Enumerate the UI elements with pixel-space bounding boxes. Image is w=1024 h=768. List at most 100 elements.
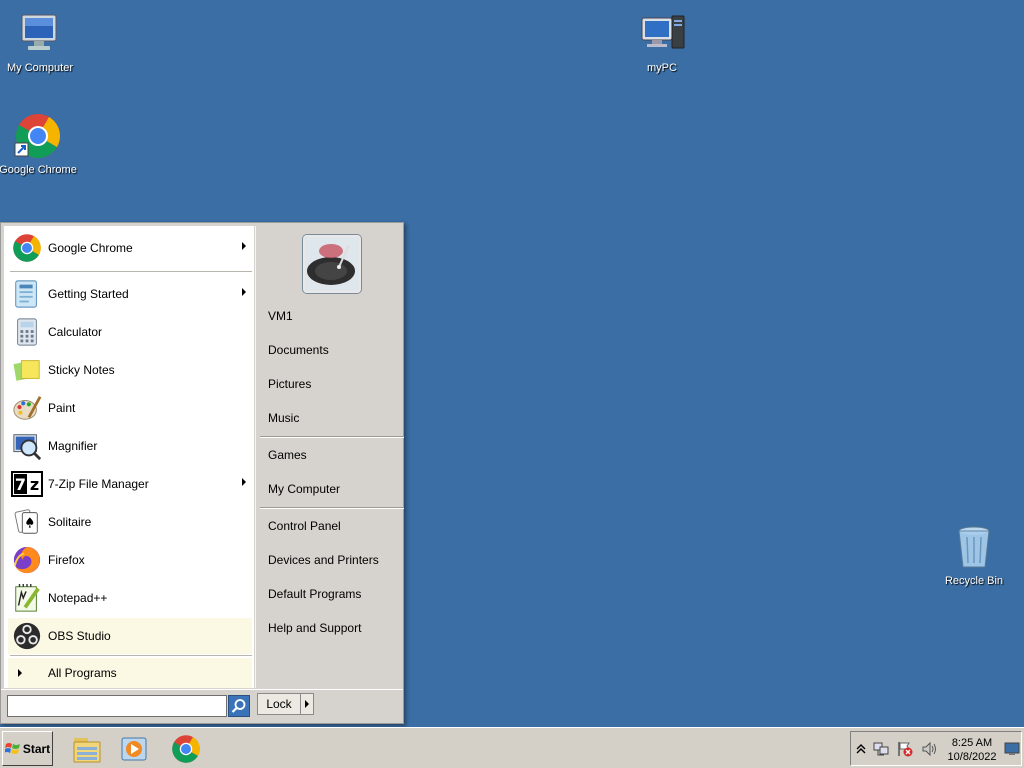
windows-logo-icon [4,742,20,754]
monitor-icon [16,10,64,58]
start-menu-item-label: Google Chrome [48,241,133,255]
lock-button[interactable]: Lock [257,693,301,715]
desktop-icon-label: Recycle Bin [944,575,1004,587]
start-menu-item-label: Notepad++ [48,591,108,605]
firefox-icon [11,544,43,576]
submenu-arrow-icon [242,288,246,296]
media-player-icon [121,737,147,760]
start-menu-item-7zip[interactable]: 7z 7-Zip File Manager [8,466,252,502]
magnifier-icon [11,430,43,462]
system-tray: 8:25 AM 10/8/2022 [850,731,1022,766]
solitaire-icon [11,506,43,538]
desktop-icon-my-computer[interactable]: My Computer [0,10,80,74]
start-menu-item-notepadpp[interactable]: Notepad++ [8,580,252,616]
start-menu-item-solitaire[interactable]: Solitaire [8,504,252,540]
start-menu-link-music[interactable]: Music [268,408,299,428]
show-hidden-icon[interactable] [853,741,869,757]
start-menu-item-magnifier[interactable]: Magnifier [8,428,252,464]
start-menu-item-label: Solitaire [48,515,92,529]
start-menu-item-label: Magnifier [48,439,98,453]
taskbar-media-player-button[interactable] [117,731,153,766]
start-button[interactable]: Start [2,731,53,766]
start-menu-item-label: OBS Studio [48,629,111,643]
search-field[interactable] [7,695,227,717]
start-menu-item-calculator[interactable]: Calculator [8,314,252,350]
start-menu-item-label: Getting Started [48,287,129,301]
notepadpp-icon [11,582,43,614]
chrome-icon [14,112,62,160]
start-menu-separator [260,436,404,438]
svg-text:z: z [30,475,39,494]
user-avatar[interactable] [303,235,361,293]
chrome-icon [172,734,200,763]
start-button-label: Start [22,741,51,756]
start-menu-separator [10,271,252,273]
start-menu-separator [10,655,252,657]
all-programs-button[interactable]: All Programs [8,658,252,688]
recycle-bin-icon [950,523,998,571]
action-center-icon[interactable] [897,741,913,757]
all-programs-label: All Programs [48,666,117,680]
paint-icon [11,392,43,424]
desktop-icon-google-chrome[interactable]: Google Chrome [0,112,78,176]
search-input[interactable] [8,696,226,716]
start-menu-item-google-chrome[interactable]: Google Chrome [8,230,252,266]
search-button[interactable] [228,695,250,717]
desktop-icon-label: Google Chrome [0,164,77,176]
taskbar-file-explorer-button[interactable] [69,731,105,766]
turntable-icon [305,237,359,291]
arrow-right-icon [305,700,309,708]
lock-button-label: Lock [266,697,292,711]
chrome-icon [11,232,43,264]
clock-date: 10/8/2022 [947,751,997,763]
calculator-icon [11,316,43,348]
clock-time: 8:25 AM [951,737,993,749]
start-menu-separator [260,507,404,509]
start-menu-link-default-programs[interactable]: Default Programs [268,584,361,604]
shutdown-options-button[interactable] [301,693,314,715]
start-menu-item-label: Paint [48,401,76,415]
desktop-icon-mypc[interactable]: myPC [622,10,702,74]
start-menu-link-pictures[interactable]: Pictures [268,374,311,394]
start-menu-link-devices-printers[interactable]: Devices and Printers [268,550,379,570]
start-menu-item-label: Sticky Notes [48,363,115,377]
taskbar: Start 8:25 AM 10/8/2022 [0,727,1024,768]
start-menu-link-user[interactable]: VM1 [268,306,293,326]
arrow-right-icon [18,669,22,677]
getting-started-icon [11,278,43,310]
sticky-notes-icon [11,354,43,386]
svg-text:7: 7 [15,475,26,494]
obs-icon [11,620,43,652]
submenu-arrow-icon [242,478,246,486]
network-icon[interactable] [873,741,889,757]
start-menu-places-pane: VM1 Documents Pictures Music Games My Co… [255,226,404,688]
start-menu-link-documents[interactable]: Documents [268,340,329,360]
taskbar-chrome-button[interactable] [168,731,204,766]
start-menu-item-label: Firefox [48,553,85,567]
show-desktop-icon[interactable] [1003,741,1021,757]
clock[interactable]: 8:25 AM 10/8/2022 [945,736,999,764]
desktop-icon-label: myPC [647,62,677,74]
start-menu-programs-pane: Google Chrome Getting Started Calculator… [4,226,254,688]
start-menu-link-games[interactable]: Games [268,445,307,465]
file-explorer-icon [73,737,101,762]
start-menu-link-my-computer[interactable]: My Computer [268,479,340,499]
start-menu: Google Chrome Getting Started Calculator… [0,222,404,724]
start-menu-item-label: Calculator [48,325,103,339]
volume-icon[interactable] [921,741,937,757]
start-menu-bottom-bar: Lock [1,689,403,723]
start-menu-link-control-panel[interactable]: Control Panel [268,516,341,536]
start-menu-item-obs-studio[interactable]: OBS Studio [8,618,252,654]
7zip-icon: 7z [11,468,43,500]
start-menu-link-help-support[interactable]: Help and Support [268,618,361,638]
start-menu-item-label: 7-Zip File Manager [48,477,149,491]
search-icon [231,699,246,713]
computer-icon [638,10,686,58]
start-menu-item-sticky-notes[interactable]: Sticky Notes [8,352,252,388]
desktop-icon-label: My Computer [6,62,74,74]
start-menu-item-paint[interactable]: Paint [8,390,252,426]
desktop-icon-recycle-bin[interactable]: Recycle Bin [934,523,1014,587]
start-menu-item-firefox[interactable]: Firefox [8,542,252,578]
start-menu-item-getting-started[interactable]: Getting Started [8,276,252,312]
submenu-arrow-icon [242,242,246,250]
